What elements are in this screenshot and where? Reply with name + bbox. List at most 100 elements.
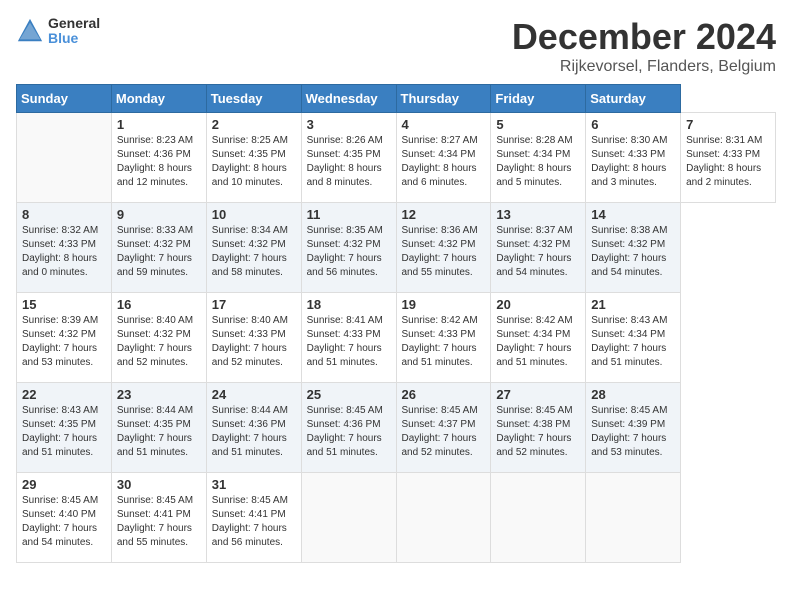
logo-line2: Blue (48, 31, 100, 46)
calendar-cell: 12 Sunrise: 8:36 AMSunset: 4:32 PMDayligh… (396, 203, 491, 293)
calendar-cell: 28 Sunrise: 8:45 AMSunset: 4:39 PMDayligh… (586, 383, 681, 473)
calendar-week-row: 1 Sunrise: 8:23 AMSunset: 4:36 PMDaylight… (17, 113, 776, 203)
day-header-sunday: Sunday (17, 85, 112, 113)
day-info: Sunrise: 8:39 AMSunset: 4:32 PMDaylight:… (22, 315, 98, 368)
day-header-thursday: Thursday (396, 85, 491, 113)
day-info: Sunrise: 8:43 AMSunset: 4:34 PMDaylight:… (591, 315, 667, 368)
day-number: 16 (117, 297, 201, 312)
day-info: Sunrise: 8:42 AMSunset: 4:33 PMDaylight:… (402, 315, 478, 368)
calendar-week-row: 15 Sunrise: 8:39 AMSunset: 4:32 PMDayligh… (17, 293, 776, 383)
calendar-cell: 5 Sunrise: 8:28 AMSunset: 4:34 PMDaylight… (491, 113, 586, 203)
calendar-cell: 7 Sunrise: 8:31 AMSunset: 4:33 PMDaylight… (681, 113, 776, 203)
day-number: 12 (402, 207, 486, 222)
calendar-cell: 26Sunrise: 8:45 AMSunset: 4:37 PMDayligh… (396, 383, 491, 473)
day-number: 21 (591, 297, 675, 312)
day-number: 3 (307, 117, 391, 132)
day-number: 31 (212, 477, 296, 492)
month-title: December 2024 (512, 16, 776, 58)
day-number: 8 (22, 207, 106, 222)
calendar-cell: 1 Sunrise: 8:23 AMSunset: 4:36 PMDaylight… (111, 113, 206, 203)
calendar-cell: 23 Sunrise: 8:44 AMSunset: 4:35 PMDayligh… (111, 383, 206, 473)
day-info: Sunrise: 8:45 AMSunset: 4:38 PMDaylight:… (496, 405, 572, 458)
day-header-monday: Monday (111, 85, 206, 113)
day-info: Sunrise: 8:45 AMSunset: 4:41 PMDaylight:… (117, 495, 193, 548)
day-number: 4 (402, 117, 486, 132)
day-number: 20 (496, 297, 580, 312)
day-header-friday: Friday (491, 85, 586, 113)
day-number: 19 (402, 297, 486, 312)
calendar-cell: 19 Sunrise: 8:42 AMSunset: 4:33 PMDayligh… (396, 293, 491, 383)
day-number: 25 (307, 387, 391, 402)
day-info: Sunrise: 8:25 AMSunset: 4:35 PMDaylight:… (212, 135, 288, 188)
day-number: 26 (402, 387, 486, 402)
day-header-tuesday: Tuesday (206, 85, 301, 113)
calendar-cell: 9Sunrise: 8:33 AMSunset: 4:32 PMDaylight… (111, 203, 206, 293)
calendar-cell: 4 Sunrise: 8:27 AMSunset: 4:34 PMDaylight… (396, 113, 491, 203)
day-info: Sunrise: 8:44 AMSunset: 4:35 PMDaylight:… (117, 405, 193, 458)
day-info: Sunrise: 8:36 AMSunset: 4:32 PMDaylight:… (402, 225, 478, 278)
calendar-header-row: SundayMondayTuesdayWednesdayThursdayFrid… (17, 85, 776, 113)
day-info: Sunrise: 8:42 AMSunset: 4:34 PMDaylight:… (496, 315, 572, 368)
day-info: Sunrise: 8:45 AMSunset: 4:39 PMDaylight:… (591, 405, 667, 458)
day-info: Sunrise: 8:45 AMSunset: 4:36 PMDaylight:… (307, 405, 383, 458)
page-header: General Blue December 2024 Rijkevorsel, … (16, 16, 776, 76)
day-number: 23 (117, 387, 201, 402)
day-number: 18 (307, 297, 391, 312)
calendar-cell: 27Sunrise: 8:45 AMSunset: 4:38 PMDayligh… (491, 383, 586, 473)
day-number: 9 (117, 207, 201, 222)
day-info: Sunrise: 8:28 AMSunset: 4:34 PMDaylight:… (496, 135, 572, 188)
day-number: 7 (686, 117, 770, 132)
day-info: Sunrise: 8:27 AMSunset: 4:34 PMDaylight:… (402, 135, 478, 188)
calendar-cell: 25 Sunrise: 8:45 AMSunset: 4:36 PMDayligh… (301, 383, 396, 473)
day-number: 13 (496, 207, 580, 222)
calendar-cell: 17 Sunrise: 8:40 AMSunset: 4:33 PMDayligh… (206, 293, 301, 383)
day-info: Sunrise: 8:31 AMSunset: 4:33 PMDaylight:… (686, 135, 762, 188)
day-number: 6 (591, 117, 675, 132)
day-info: Sunrise: 8:41 AMSunset: 4:33 PMDaylight:… (307, 315, 383, 368)
calendar-cell: 30Sunrise: 8:45 AMSunset: 4:41 PMDayligh… (111, 473, 206, 563)
day-number: 15 (22, 297, 106, 312)
day-info: Sunrise: 8:38 AMSunset: 4:32 PMDaylight:… (591, 225, 667, 278)
calendar-cell: 29Sunrise: 8:45 AMSunset: 4:40 PMDayligh… (17, 473, 112, 563)
day-info: Sunrise: 8:43 AMSunset: 4:35 PMDaylight:… (22, 405, 98, 458)
calendar-cell: 6 Sunrise: 8:30 AMSunset: 4:33 PMDaylight… (586, 113, 681, 203)
day-number: 1 (117, 117, 201, 132)
calendar-cell: 15 Sunrise: 8:39 AMSunset: 4:32 PMDayligh… (17, 293, 112, 383)
day-number: 29 (22, 477, 106, 492)
day-info: Sunrise: 8:40 AMSunset: 4:32 PMDaylight:… (117, 315, 193, 368)
day-number: 14 (591, 207, 675, 222)
day-info: Sunrise: 8:30 AMSunset: 4:33 PMDaylight:… (591, 135, 667, 188)
day-info: Sunrise: 8:40 AMSunset: 4:33 PMDaylight:… (212, 315, 288, 368)
calendar-cell: 11Sunrise: 8:35 AMSunset: 4:32 PMDayligh… (301, 203, 396, 293)
day-number: 2 (212, 117, 296, 132)
empty-cell (17, 113, 112, 203)
calendar-week-row: 22Sunrise: 8:43 AMSunset: 4:35 PMDayligh… (17, 383, 776, 473)
day-number: 11 (307, 207, 391, 222)
calendar-cell: 24 Sunrise: 8:44 AMSunset: 4:36 PMDayligh… (206, 383, 301, 473)
day-header-saturday: Saturday (586, 85, 681, 113)
location-subtitle: Rijkevorsel, Flanders, Belgium (512, 58, 776, 76)
calendar-cell: 18 Sunrise: 8:41 AMSunset: 4:33 PMDayligh… (301, 293, 396, 383)
day-number: 28 (591, 387, 675, 402)
day-number: 10 (212, 207, 296, 222)
calendar-cell: 22Sunrise: 8:43 AMSunset: 4:35 PMDayligh… (17, 383, 112, 473)
calendar-cell: 14 Sunrise: 8:38 AMSunset: 4:32 PMDayligh… (586, 203, 681, 293)
day-info: Sunrise: 8:37 AMSunset: 4:32 PMDaylight:… (496, 225, 572, 278)
logo: General Blue (16, 16, 100, 47)
day-header-wednesday: Wednesday (301, 85, 396, 113)
day-number: 24 (212, 387, 296, 402)
calendar-cell (396, 473, 491, 563)
calendar-cell: 10Sunrise: 8:34 AMSunset: 4:32 PMDayligh… (206, 203, 301, 293)
calendar-cell: 3Sunrise: 8:26 AMSunset: 4:35 PMDaylight… (301, 113, 396, 203)
calendar-table: SundayMondayTuesdayWednesdayThursdayFrid… (16, 84, 776, 563)
calendar-cell: 16 Sunrise: 8:40 AMSunset: 4:32 PMDayligh… (111, 293, 206, 383)
day-info: Sunrise: 8:23 AMSunset: 4:36 PMDaylight:… (117, 135, 193, 188)
logo-line1: General (48, 16, 100, 31)
day-info: Sunrise: 8:44 AMSunset: 4:36 PMDaylight:… (212, 405, 288, 458)
calendar-cell: 2 Sunrise: 8:25 AMSunset: 4:35 PMDaylight… (206, 113, 301, 203)
calendar-cell (301, 473, 396, 563)
day-number: 5 (496, 117, 580, 132)
logo-text: General Blue (48, 16, 100, 47)
day-info: Sunrise: 8:32 AMSunset: 4:33 PMDaylight:… (22, 225, 98, 278)
day-number: 17 (212, 297, 296, 312)
